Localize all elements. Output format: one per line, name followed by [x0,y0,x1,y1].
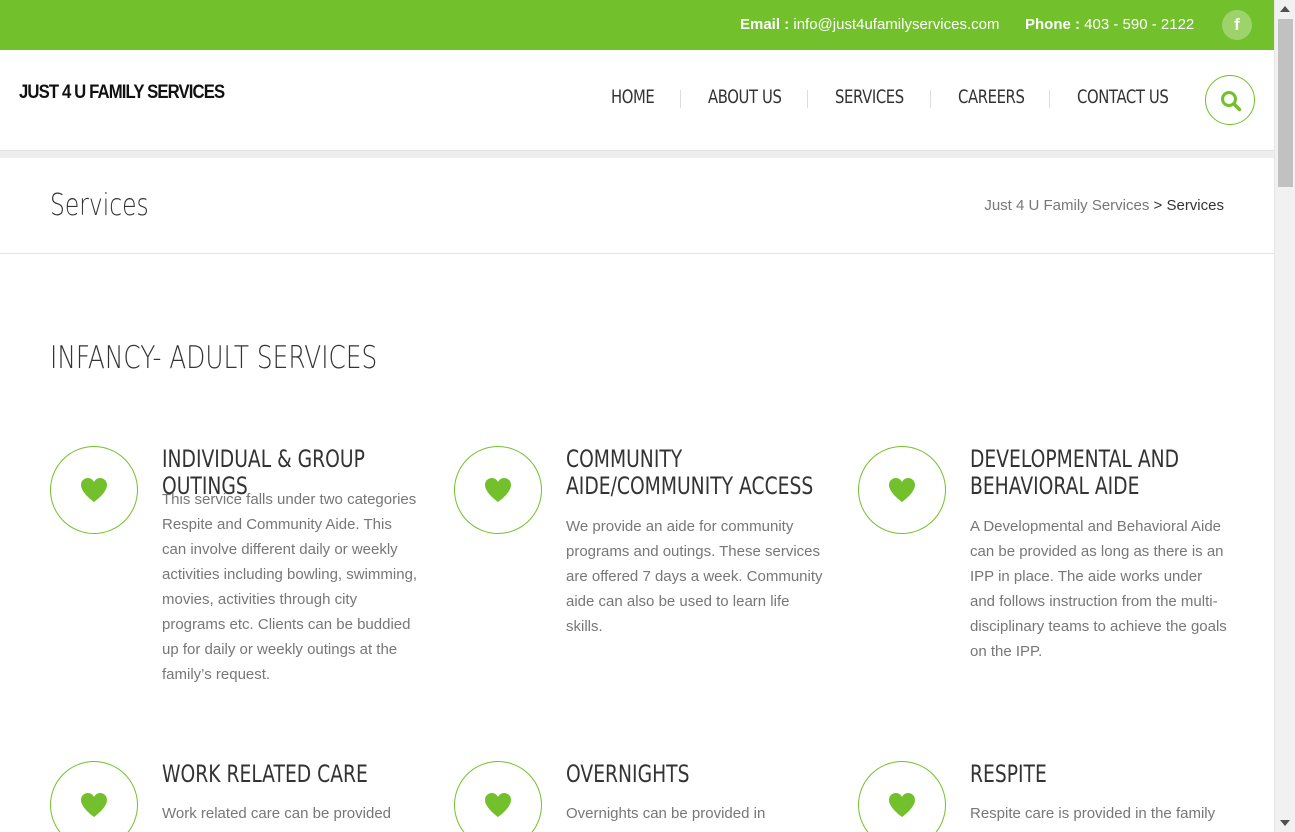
heart-icon [889,793,915,817]
site-logo[interactable]: JUST 4 U FAMILY SERVICES [19,82,225,104]
service-description: We provide an aide for community program… [566,518,823,635]
service-icon-circle [50,446,138,534]
scroll-up-arrow-icon[interactable] [1280,6,1290,12]
search-button[interactable] [1205,75,1255,125]
breadcrumb-separator: > [1153,197,1163,214]
heart-icon [81,793,107,817]
phone-label: Phone : [1025,16,1080,33]
service-icon-circle [858,761,946,832]
heart-icon [81,478,107,502]
email-value[interactable]: info@just4ufamilyservices.com [793,16,999,33]
service-title: COMMUNITY AIDE/COMMUNITY ACCESS [566,445,814,500]
facebook-icon[interactable]: f [1222,10,1252,40]
nav-divider [807,90,808,108]
service-title: RESPITE [970,760,1047,788]
service-title: WORK RELATED CARE [162,760,368,788]
service-icon-circle [858,446,946,534]
service-description: Work related care can be provided [162,805,392,822]
heart-icon [889,478,915,502]
phone-contact[interactable]: Phone : 403 - 590 - 2122 [1025,16,1194,33]
service-description: Respite care is provided in the family [970,805,1216,822]
section-title: INFANCY- ADULT SERVICES [50,340,378,376]
service-title: OVERNIGHTS [566,760,690,788]
service-title: DEVELOPMENTAL AND BEHAVIORAL AIDE [970,445,1180,500]
service-description: Overnights can be provided in [566,805,766,822]
nav-divider [930,90,931,108]
email-label: Email : [740,16,790,33]
page-title: Services [50,188,149,223]
service-description: A Developmental and Behavioral Aide can … [970,518,1227,660]
email-contact[interactable]: Email : info@just4ufamilyservices.com [740,16,1000,33]
service-icon-circle [454,446,542,534]
nav-careers[interactable]: CAREERS [958,86,1025,108]
breadcrumb-current: Services [1166,197,1224,214]
breadcrumb-home-link[interactable]: Just 4 U Family Services [984,197,1149,214]
nav-contact-us[interactable]: CONTACT US [1077,86,1169,108]
heart-icon [485,793,511,817]
nav-divider [680,90,681,108]
page-heading-bar: Services Just 4 U Family Services > Serv… [0,158,1274,254]
nav-about-us[interactable]: ABOUT US [708,86,782,108]
service-icon-circle [50,761,138,832]
top-contact-bar: Email : info@just4ufamilyservices.com Ph… [0,0,1274,50]
nav-divider [1049,90,1050,108]
page-scrollbar[interactable] [1274,0,1295,832]
phone-value[interactable]: 403 - 590 - 2122 [1084,16,1194,33]
nav-services[interactable]: SERVICES [835,86,904,108]
service-icon-circle [454,761,542,832]
heart-icon [485,478,511,502]
header-divider [0,150,1274,158]
service-description: This service falls under two categories … [162,491,418,683]
scroll-down-arrow-icon[interactable] [1280,820,1290,826]
breadcrumb: Just 4 U Family Services > Services [984,197,1224,214]
site-header: JUST 4 U FAMILY SERVICES HOME ABOUT US S… [0,50,1274,150]
scrollbar-thumb[interactable] [1278,19,1293,187]
nav-home[interactable]: HOME [611,86,655,108]
search-icon [1221,91,1242,112]
